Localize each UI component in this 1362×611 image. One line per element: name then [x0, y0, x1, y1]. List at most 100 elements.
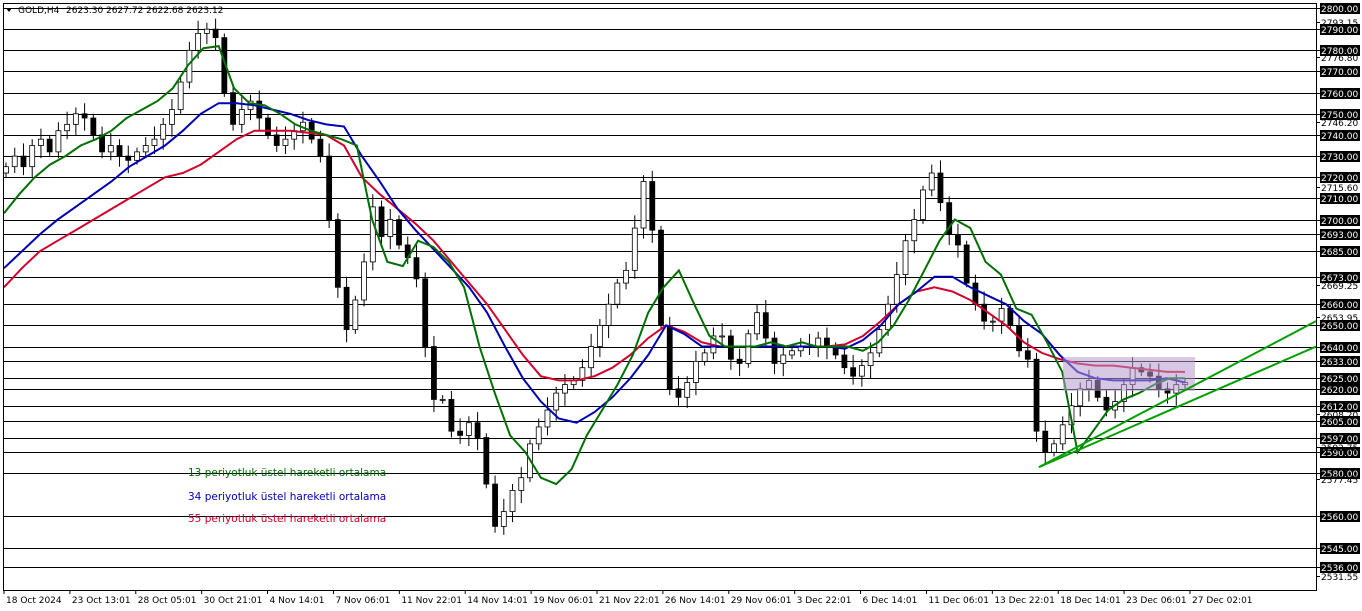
- price-box-label: 2545.00: [1321, 545, 1358, 555]
- candle-body: [343, 286, 350, 331]
- x-tick-label: 27 Dec 02:01: [1192, 596, 1253, 606]
- candle-body: [675, 388, 682, 398]
- candle-body: [38, 138, 44, 146]
- y-tick-label: 2776.80: [1321, 54, 1358, 64]
- y-tick-label: 2669.25: [1321, 282, 1358, 292]
- candle-body: [361, 261, 367, 301]
- candle-body: [553, 392, 560, 411]
- y-tick-label: 2715.60: [1321, 184, 1358, 194]
- candle-body: [169, 109, 175, 125]
- candle-body: [955, 233, 961, 246]
- candle-body: [238, 109, 245, 125]
- x-tick-label: 30 Oct 21:01: [204, 596, 263, 606]
- candle-body: [1051, 443, 1057, 453]
- candle-body: [474, 422, 481, 438]
- x-tick-label: 14 Nov 14:01: [467, 596, 528, 606]
- ohlc-label: 2623.30 2627.72 2622.68 2623.12: [66, 6, 223, 16]
- candle-body: [893, 274, 900, 305]
- candle-body: [90, 117, 97, 136]
- candle-body: [29, 145, 36, 168]
- x-tick-label: 4 Nov 14:01: [270, 596, 325, 606]
- candle-body: [824, 337, 830, 347]
- x-tick-label: 18 Oct 2024: [6, 596, 62, 606]
- candle-body: [1059, 424, 1066, 445]
- candle-body: [981, 303, 988, 322]
- x-tick-label: 13 Dec 22:01: [994, 596, 1055, 606]
- y-tick-label: 2577.45: [1321, 476, 1358, 486]
- candle-body: [107, 145, 114, 153]
- candle-body: [230, 92, 236, 125]
- candle-body: [1024, 350, 1031, 360]
- candle-body: [439, 399, 446, 401]
- candle-body: [596, 324, 603, 347]
- candle-body: [457, 430, 464, 436]
- candle-body: [378, 206, 385, 237]
- y-tick-label: 2793.15: [1321, 19, 1358, 29]
- y-tick-label: 2653.95: [1321, 314, 1358, 324]
- candle-body: [937, 172, 944, 204]
- candle-body: [1042, 430, 1049, 453]
- candle-body: [867, 352, 874, 366]
- range-rectangle: [1063, 357, 1195, 391]
- price-box-label: 2660.00: [1321, 301, 1358, 311]
- candle-body: [562, 384, 568, 394]
- x-tick-label: 28 Oct 05:01: [138, 596, 197, 606]
- price-box-label: 2760.00: [1321, 90, 1358, 100]
- x-tick-label: 29 Nov 06:01: [731, 596, 792, 606]
- price-box-label: 2700.00: [1321, 217, 1358, 227]
- candle-body: [719, 335, 726, 338]
- price-chart[interactable]: 2800.002790.002780.002770.002760.002750.…: [0, 0, 1362, 611]
- candle-body: [396, 219, 402, 246]
- price-box-label: 2640.00: [1321, 344, 1358, 354]
- candle-body: [413, 257, 420, 280]
- candle-body: [352, 299, 359, 331]
- price-box-label: 2800.00: [1321, 5, 1358, 15]
- candle-body: [963, 244, 970, 284]
- candle-body: [64, 123, 71, 132]
- price-box-label: 2620.00: [1321, 386, 1358, 396]
- candle-body: [448, 399, 455, 432]
- candle-body: [998, 308, 1005, 322]
- candle-body: [326, 155, 333, 220]
- candle-body: [72, 113, 79, 125]
- x-tick-label: 11 Nov 22:01: [401, 596, 462, 606]
- candle-body: [177, 81, 184, 110]
- legend-ema13: 13 periyotluk üstel hareketli ortalama: [188, 467, 386, 479]
- price-box-label: 2740.00: [1321, 132, 1358, 142]
- candle-body: [431, 346, 437, 400]
- candle-body: [387, 219, 394, 237]
- candle-body: [203, 28, 210, 34]
- price-box-label: 2685.00: [1321, 248, 1358, 258]
- candle-body: [134, 151, 140, 161]
- candle-body: [55, 130, 62, 153]
- x-tick-label: 26 Nov 14:01: [665, 596, 726, 606]
- legend-ema55: 55 periyotluk üstel hareketli ortalama: [188, 513, 386, 525]
- candle-body: [649, 181, 656, 231]
- price-box-label: 2710.00: [1321, 195, 1358, 205]
- candle-body: [422, 278, 429, 347]
- candle-body: [125, 155, 132, 161]
- candle-body: [727, 335, 734, 360]
- candle-body: [46, 138, 53, 153]
- candle-body: [483, 437, 490, 485]
- x-tick-label: 7 Nov 06:01: [335, 596, 390, 606]
- candle-body: [518, 477, 525, 491]
- x-tick-label: 11 Dec 06:01: [928, 596, 989, 606]
- candle-body: [911, 219, 918, 242]
- candle-body: [841, 354, 848, 369]
- candle-body: [605, 303, 612, 326]
- symbol-label: GOLD,H4: [18, 6, 60, 16]
- candle-body: [815, 337, 822, 347]
- candle-body: [282, 138, 289, 146]
- candle-body: [195, 32, 202, 51]
- candle-body: [151, 138, 158, 146]
- candle-body: [1077, 388, 1084, 407]
- candle-body: [850, 367, 857, 377]
- x-tick-label: 21 Nov 22:01: [599, 596, 660, 606]
- candle-body: [273, 134, 280, 146]
- x-tick-label: 19 Nov 06:01: [533, 596, 594, 606]
- candle-body: [928, 172, 935, 191]
- candle-body: [1033, 358, 1040, 432]
- candle-body: [20, 155, 27, 168]
- price-box-label: 2693.00: [1321, 231, 1358, 241]
